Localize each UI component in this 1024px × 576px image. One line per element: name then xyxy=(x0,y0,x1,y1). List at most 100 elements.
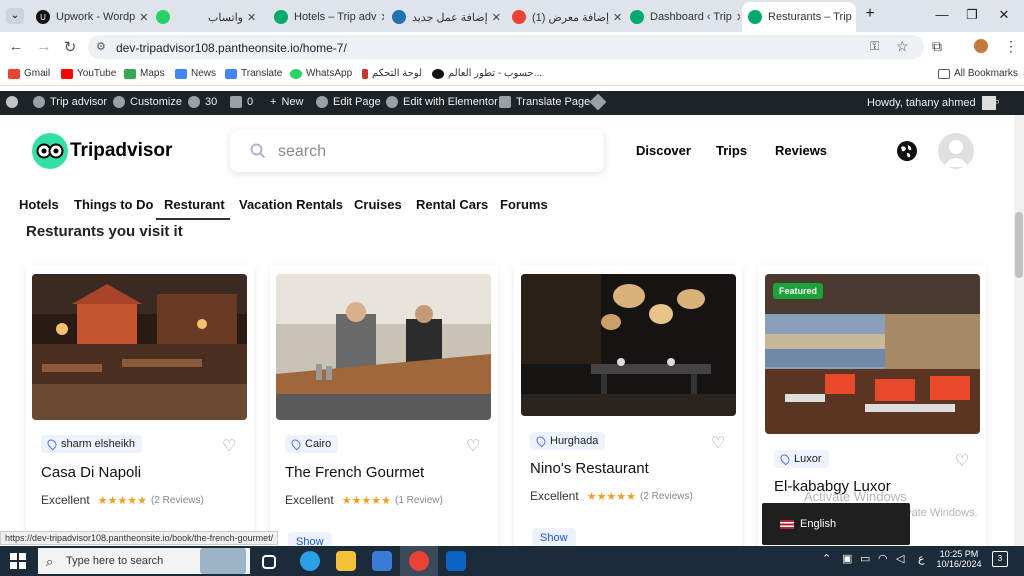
nav-discover[interactable]: Discover xyxy=(636,143,691,158)
close-icon[interactable]: ✕ xyxy=(135,11,148,24)
task-view-icon[interactable] xyxy=(262,555,276,569)
restaurant-name[interactable]: The French Gourmet xyxy=(285,464,424,481)
tray-battery-icon[interactable]: ▭ xyxy=(860,552,870,565)
wordpress-logo-icon[interactable] xyxy=(6,96,23,108)
tab-dashboard[interactable]: Dashboard ‹ Trip ✕ xyxy=(624,4,740,30)
close-icon[interactable]: ✕ xyxy=(852,11,857,24)
close-icon[interactable]: ✕ xyxy=(609,11,622,24)
notification-icon[interactable]: 3 xyxy=(992,551,1008,567)
close-icon[interactable]: ✕ xyxy=(377,11,384,24)
wp-updates[interactable]: 30 xyxy=(188,96,217,108)
minimize-button[interactable]: — xyxy=(932,7,952,22)
tab-resturants-active[interactable]: Resturants – Trip ✕ xyxy=(742,2,856,32)
page-scrollbar[interactable] xyxy=(1014,115,1024,546)
heart-icon[interactable]: ♡ xyxy=(711,433,725,453)
bookmark-star-icon[interactable]: ☆ xyxy=(896,38,909,55)
new-tab-button[interactable]: + xyxy=(860,5,880,23)
elementor-icon xyxy=(386,96,398,108)
menu-kebab-icon[interactable]: ⋮ xyxy=(1004,38,1018,55)
maximize-button[interactable]: ❐ xyxy=(962,7,982,23)
chrome-icon[interactable] xyxy=(409,551,429,571)
wp-comments[interactable]: 0 xyxy=(230,96,253,108)
all-bookmarks[interactable]: All Bookmarks xyxy=(938,68,1018,79)
wp-translate-page[interactable]: Translate Page xyxy=(499,96,590,108)
bookmark-news[interactable]: News xyxy=(175,68,216,79)
tripadvisor-logo-icon[interactable] xyxy=(32,133,68,169)
store-icon[interactable] xyxy=(372,551,392,571)
tab-new-work[interactable]: إضافة عمل جديد ✕ xyxy=(386,4,502,30)
tab-hotels[interactable]: Hotels – Trip adv ✕ xyxy=(268,4,384,30)
site-logo-text[interactable]: Tripadvisor xyxy=(70,140,172,162)
diamond-icon[interactable] xyxy=(589,93,609,111)
extensions-icon[interactable]: ⧉ xyxy=(932,38,942,55)
back-arrow-icon[interactable]: ← xyxy=(6,38,26,55)
category-resturant[interactable]: Resturant xyxy=(156,197,230,220)
location-badge[interactable]: sharm elsheikh xyxy=(41,435,142,453)
search-placeholder[interactable]: search xyxy=(278,143,326,161)
close-icon[interactable]: ✕ xyxy=(488,11,501,24)
bookmark-gmail[interactable]: Gmail xyxy=(8,68,50,79)
category-things-to-do[interactable]: Things to Do xyxy=(74,197,153,218)
location-badge[interactable]: Luxor xyxy=(774,450,829,468)
forward-arrow-icon[interactable]: → xyxy=(34,38,54,55)
tray-wifi-icon[interactable]: ◠ xyxy=(878,552,888,565)
file-explorer-icon[interactable] xyxy=(336,551,356,571)
edge-icon[interactable] xyxy=(300,551,320,571)
tray-chevron-icon[interactable]: ⌃ xyxy=(822,552,831,565)
scrollbar-thumb[interactable] xyxy=(1015,212,1023,278)
wp-elementor[interactable]: Edit with Elementor xyxy=(386,96,498,108)
restaurant-name[interactable]: Nino's Restaurant xyxy=(530,460,649,477)
tab-search-button[interactable]: ⌄ xyxy=(6,8,24,24)
location-badge[interactable]: Cairo xyxy=(285,435,339,453)
restaurant-photo[interactable] xyxy=(276,274,491,420)
wp-new[interactable]: + New xyxy=(270,96,303,108)
show-button[interactable]: Show xyxy=(532,528,576,548)
bookmark-whatsapp[interactable]: WhatsApp xyxy=(290,68,352,79)
bookmark-maps[interactable]: Maps xyxy=(124,68,164,79)
category-rental-cars[interactable]: Rental Cars xyxy=(416,197,488,218)
tray-clock[interactable]: 10:25 PM 10/16/2024 xyxy=(936,549,982,569)
globe-icon[interactable] xyxy=(897,141,917,161)
heart-icon[interactable]: ♡ xyxy=(222,436,236,456)
tray-language[interactable]: ع xyxy=(918,552,925,565)
close-icon[interactable]: ✕ xyxy=(732,11,740,24)
url-text[interactable]: dev-tripadvisor108.pantheonsite.io/home-… xyxy=(116,41,347,55)
tab-whatsapp-pinned[interactable] xyxy=(150,4,180,30)
wp-site-name[interactable]: Trip advisor xyxy=(33,96,107,108)
restaurant-name[interactable]: Casa Di Napoli xyxy=(41,464,141,481)
user-avatar[interactable] xyxy=(938,133,974,169)
restaurant-photo[interactable] xyxy=(521,274,736,416)
tray-volume-icon[interactable]: ◁ xyxy=(896,552,904,565)
category-vacation-rentals[interactable]: Vacation Rentals xyxy=(239,197,343,218)
outlook-icon[interactable] xyxy=(446,551,466,571)
close-window-button[interactable]: ✕ xyxy=(994,7,1014,23)
nav-trips[interactable]: Trips xyxy=(716,143,747,158)
wp-howdy[interactable]: Howdy, tahany ahmed xyxy=(867,96,996,110)
windows-start-icon[interactable] xyxy=(10,553,26,574)
wp-customize[interactable]: Customize xyxy=(113,96,182,108)
category-hotels[interactable]: Hotels xyxy=(19,197,59,218)
tab-upwork[interactable]: U Upwork - Wordp ✕ xyxy=(30,4,148,30)
wp-edit-page[interactable]: Edit Page xyxy=(316,96,381,108)
bookmark-translate[interactable]: Translate xyxy=(225,68,282,79)
category-forums[interactable]: Forums xyxy=(500,197,548,218)
location-badge[interactable]: Hurghada xyxy=(530,432,606,450)
password-key-icon[interactable]: ⚿ xyxy=(870,39,879,54)
tab-whatsapp[interactable]: واتساب ✕ xyxy=(182,4,262,30)
close-icon[interactable]: ✕ xyxy=(243,11,256,24)
wp-search-icon[interactable]: ⌕ xyxy=(994,96,1000,109)
reload-icon[interactable]: ↻ xyxy=(60,38,80,56)
restaurant-photo[interactable] xyxy=(32,274,247,420)
tab-gallery[interactable]: (1) إضافة معرض ✕ xyxy=(506,4,622,30)
language-switcher[interactable]: English xyxy=(762,503,910,545)
bookmark-youtube[interactable]: YouTube xyxy=(61,68,116,79)
heart-icon[interactable]: ♡ xyxy=(955,451,969,471)
nav-reviews[interactable]: Reviews xyxy=(775,143,827,158)
bookmark-dashboard[interactable]: لوحة التحكم xyxy=(362,68,422,79)
heart-icon[interactable]: ♡ xyxy=(466,436,480,456)
bookmark-hsoub[interactable]: حسوب - تطور العالم... xyxy=(432,68,542,79)
profile-avatar-icon[interactable] xyxy=(974,39,988,53)
site-info-icon[interactable]: ⚙ xyxy=(96,40,106,53)
tray-device-icon[interactable]: ▣ xyxy=(842,552,852,565)
category-cruises[interactable]: Cruises xyxy=(354,197,402,218)
